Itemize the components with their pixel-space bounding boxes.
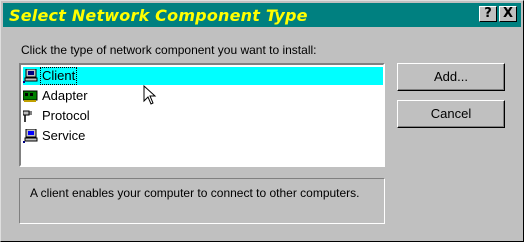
list-item-label: Protocol bbox=[42, 108, 90, 123]
list-item-adapter[interactable]: Adapter bbox=[23, 87, 383, 105]
list-item-service[interactable]: Service bbox=[23, 127, 383, 145]
description-box: A client enables your computer to connec… bbox=[19, 178, 385, 224]
title-bar[interactable]: Select Network Component Type ? X bbox=[3, 3, 521, 27]
service-computer-icon bbox=[23, 129, 38, 143]
network-adapter-icon bbox=[23, 90, 38, 102]
close-button[interactable]: X bbox=[499, 6, 517, 22]
component-type-list[interactable]: Client Adapter Protocol Service bbox=[19, 63, 385, 167]
instruction-label: Click the type of network component you … bbox=[21, 43, 317, 57]
dialog-title: Select Network Component Type bbox=[9, 6, 308, 25]
add-button[interactable]: Add... bbox=[397, 63, 505, 91]
list-item-label: Adapter bbox=[42, 88, 88, 103]
mouse-pointer-icon bbox=[143, 85, 157, 105]
protocol-plug-icon bbox=[23, 110, 32, 122]
list-item-client[interactable]: Client bbox=[23, 67, 383, 85]
select-network-component-dialog: Select Network Component Type ? X Click … bbox=[0, 0, 524, 242]
client-computer-icon bbox=[23, 69, 38, 83]
list-item-label: Client bbox=[39, 67, 78, 85]
description-text: A client enables your computer to connec… bbox=[30, 186, 360, 200]
list-item-protocol[interactable]: Protocol bbox=[23, 107, 383, 125]
cancel-button[interactable]: Cancel bbox=[397, 100, 505, 128]
help-button[interactable]: ? bbox=[479, 6, 497, 22]
list-item-label: Service bbox=[42, 128, 86, 143]
